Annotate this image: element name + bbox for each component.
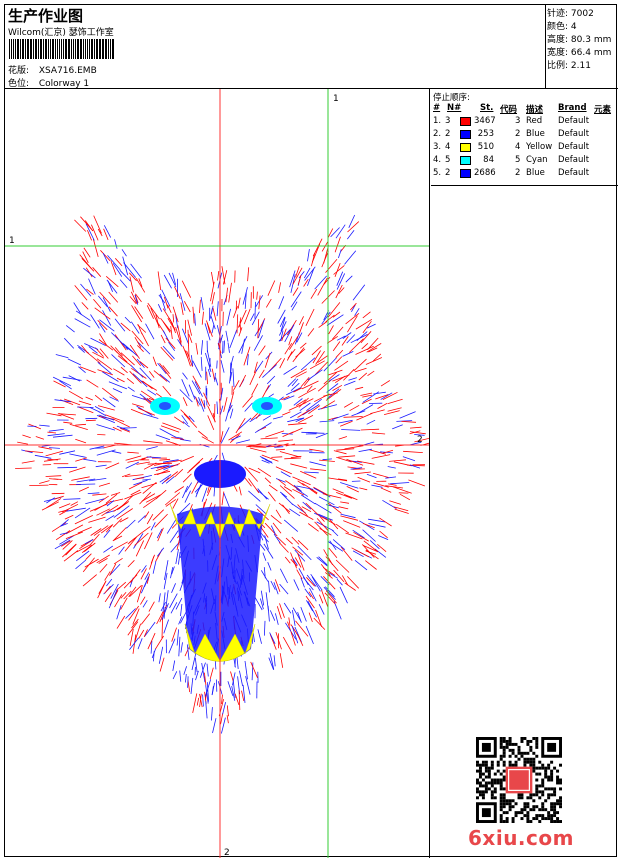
legend-row: 5. 2 2686 2 Blue Default (433, 168, 590, 178)
design-file-name: XSA716.EMB (38, 66, 97, 76)
barcode (9, 39, 133, 59)
guide-label-right: 2 (417, 435, 423, 445)
guide-label-left: 1 (9, 236, 15, 246)
colorway-value: Colorway 1 (38, 79, 90, 89)
legend-header-st: St. (480, 103, 494, 113)
color-swatch (460, 117, 471, 126)
legend-row: 2. 2 253 2 Blue Default (433, 129, 590, 139)
colorway-line: 色位: Colorway 1 (8, 76, 89, 89)
legend-header-element: 元素 (594, 105, 612, 115)
color-swatch (460, 143, 471, 152)
left-pupil (159, 402, 171, 410)
watermark-logo: 6xiu.com (468, 826, 574, 850)
sheet-title: 生产作业图 (8, 7, 84, 25)
stat-scale: 比例: 2.11 (547, 61, 591, 71)
legend-row: 4. 5 84 5 Cyan Default (433, 155, 590, 165)
legend-row: 3. 4 510 4 Yellow Default (433, 142, 590, 152)
guide-label-bottom: 2 (224, 848, 230, 858)
colorway-label: 色位: (8, 79, 30, 89)
sheet-header: 生产作业图 Wilcom(汇京) 瑟饰工作室 花版: XSA716.EMB 色位… (5, 5, 618, 89)
legend-header-n: N# (447, 103, 462, 113)
color-stop-legend: 停止顺序: # N# St. 代码 描述 Brand 元素 1. 3 3467 … (431, 89, 618, 186)
color-swatch (460, 169, 471, 178)
header-info: 生产作业图 Wilcom(汇京) 瑟饰工作室 花版: XSA716.EMB 色位… (5, 5, 546, 89)
guide-label-top: 1 (333, 94, 339, 104)
legend-header-brand: Brand (558, 103, 587, 113)
design-stats: 针迹: 7002 颜色: 4 高度: 80.3 mm 宽度: 66.4 mm 比… (547, 6, 617, 71)
color-swatch (460, 156, 471, 165)
design-preview: 1 1 2 2 (5, 89, 430, 858)
software-name: Wilcom(汇京) 瑟饰工作室 (8, 28, 114, 38)
wolf-embroidery-image: 1 1 2 2 (5, 89, 429, 858)
stat-stitches: 针迹: 7002 (547, 9, 594, 19)
production-sheet: 生产作业图 Wilcom(汇京) 瑟饰工作室 花版: XSA716.EMB 色位… (4, 4, 618, 858)
stat-height: 高度: 80.3 mm (547, 35, 612, 45)
design-file-label: 花版: (8, 66, 30, 76)
color-swatch (460, 130, 471, 139)
legend-header-code: 代码 (500, 105, 518, 115)
stat-width: 宽度: 66.4 mm (547, 48, 612, 58)
stitch-lines (13, 214, 429, 734)
legend-title: 停止顺序: (433, 93, 470, 103)
qr-code (476, 737, 562, 823)
right-pupil (261, 402, 273, 410)
stat-colors: 颜色: 4 (547, 22, 577, 32)
legend-row: 1. 3 3467 3 Red Default (433, 116, 590, 126)
legend-header-desc: 描述 (526, 105, 544, 115)
design-file-line: 花版: XSA716.EMB (8, 63, 97, 76)
legend-header-num: # (433, 103, 441, 113)
